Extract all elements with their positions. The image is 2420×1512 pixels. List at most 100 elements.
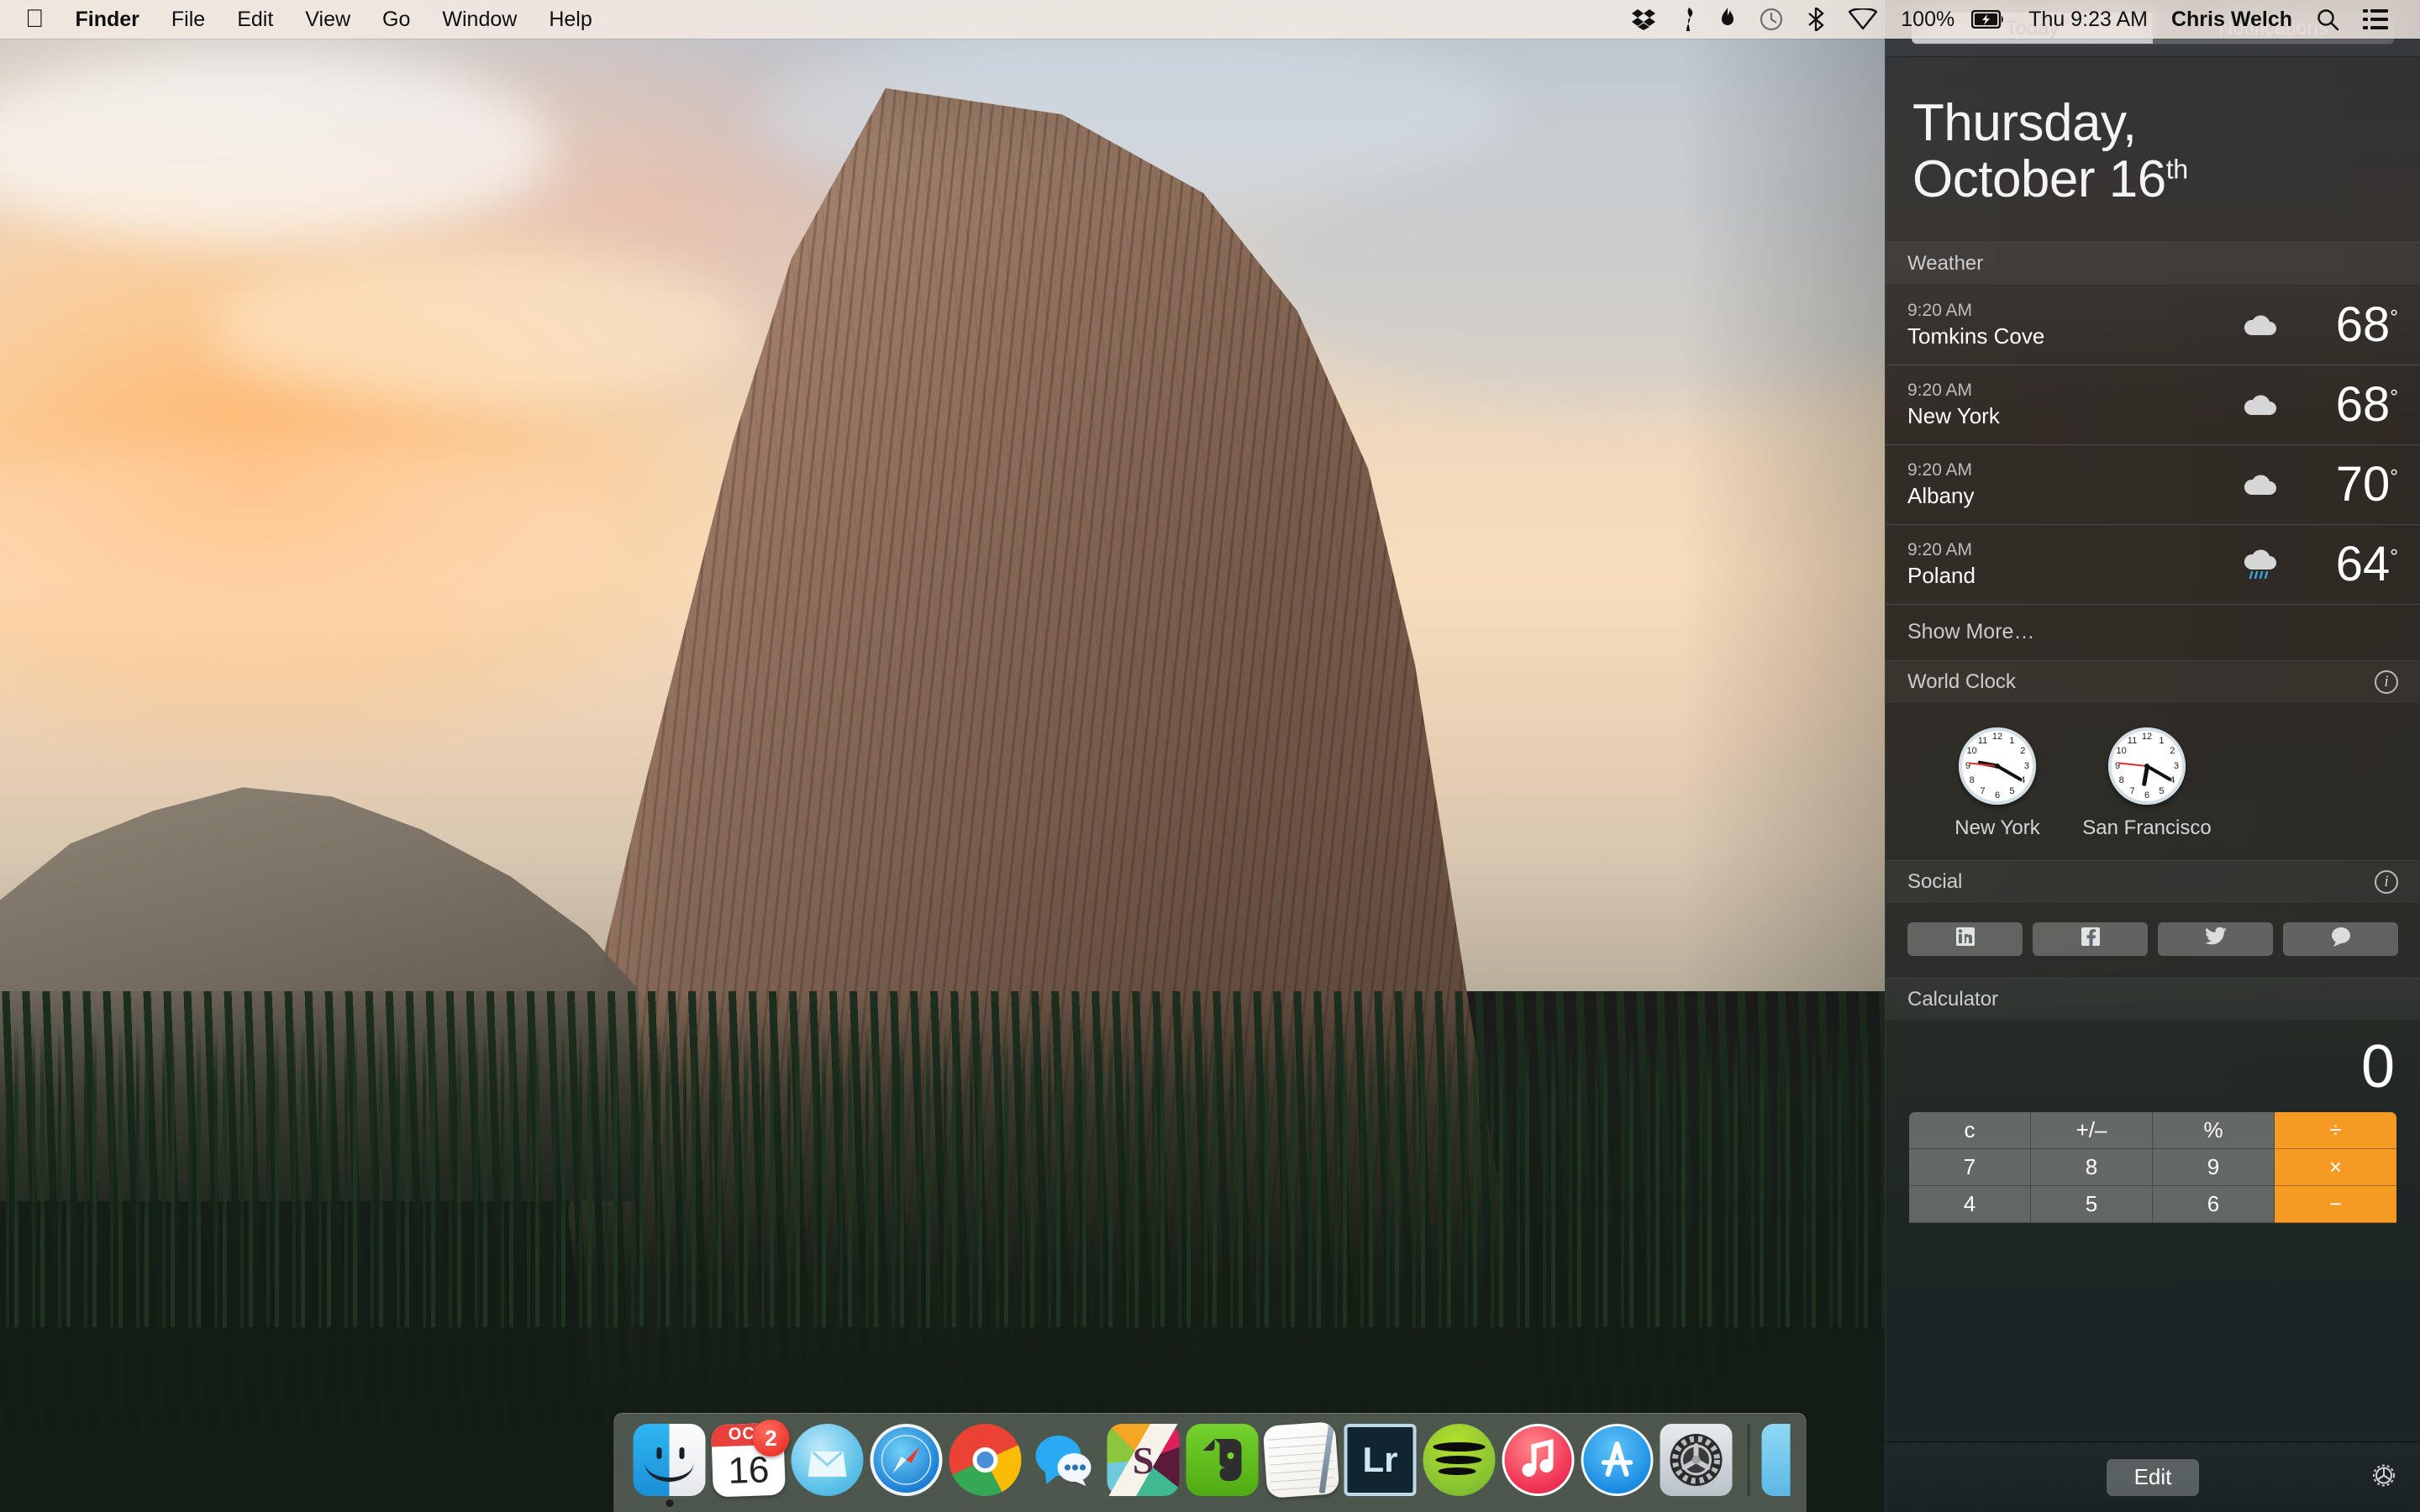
dock-item-safari[interactable] xyxy=(867,1424,946,1508)
dock-item-hidden-partial[interactable] xyxy=(1761,1424,1791,1496)
social-button-twitter[interactable] xyxy=(2158,921,2273,956)
running-indicator xyxy=(666,1499,673,1507)
notification-center-panel: Today Notifications Thursday, October 16… xyxy=(1885,0,2420,1512)
menu-bar-user-name[interactable]: Chris Welch xyxy=(2160,0,2304,39)
today-date-heading: Thursday, October 16th xyxy=(1886,57,2420,242)
world-clock-label: New York xyxy=(1954,816,2040,839)
dropbox-icon[interactable] xyxy=(1620,0,1667,39)
weather-city: Tomkins Cove xyxy=(1907,323,2045,349)
dock-item-system-preferences[interactable] xyxy=(1657,1424,1736,1508)
section-header-weather[interactable]: Weather xyxy=(1886,241,2420,286)
calc-key-subtract[interactable]: − xyxy=(2275,1185,2396,1223)
calc-key-5[interactable]: 5 xyxy=(2031,1185,2153,1223)
menu-item-help[interactable]: Help xyxy=(533,0,608,39)
calculator-keypad: c +/– % ÷ 7 8 9 × 4 5 6 − xyxy=(1909,1111,2396,1223)
edit-button[interactable]: Edit xyxy=(2107,1458,2199,1496)
info-icon[interactable]: i xyxy=(2375,669,2398,694)
weather-row[interactable]: 9:20 AM Poland 64° xyxy=(1886,525,2420,605)
search-icon[interactable] xyxy=(2304,0,2351,39)
cloud-icon xyxy=(2228,472,2292,497)
menu-item-finder[interactable]: Finder xyxy=(60,0,155,39)
dock-item-mailbox[interactable] xyxy=(788,1424,867,1508)
bluetooth-icon[interactable] xyxy=(1795,0,1837,39)
notification-center-footer: Edit xyxy=(1886,1441,2420,1512)
calculator-display: 0 xyxy=(2360,1032,2395,1100)
calc-key-multiply[interactable]: × xyxy=(2275,1148,2396,1186)
dock-item-lightroom[interactable]: Lr xyxy=(1341,1424,1420,1508)
weather-row[interactable]: 9:20 AM Albany 70° xyxy=(1886,445,2420,525)
menu-item-file[interactable]: File xyxy=(155,0,221,39)
section-header-calculator[interactable]: Calculator xyxy=(1886,977,2420,1021)
system-preferences-icon xyxy=(1660,1424,1733,1496)
social-button-facebook[interactable] xyxy=(2033,921,2148,956)
dock-item-evernote[interactable] xyxy=(1183,1424,1262,1508)
gear-icon[interactable] xyxy=(2370,1461,2398,1494)
calc-key-sign[interactable]: +/– xyxy=(2031,1111,2153,1149)
menu-item-view[interactable]: View xyxy=(289,0,366,39)
menu-item-edit[interactable]: Edit xyxy=(221,0,289,39)
notification-center-icon[interactable] xyxy=(2351,0,2400,39)
dock-item-slack[interactable]: S xyxy=(1104,1424,1183,1508)
lightroom-glyph: Lr xyxy=(1362,1440,1398,1479)
dock-item-chrome[interactable] xyxy=(946,1424,1025,1508)
calc-key-9[interactable]: 9 xyxy=(2153,1148,2275,1186)
flame-icon[interactable] xyxy=(1707,0,1748,39)
social-button-message[interactable] xyxy=(2283,921,2398,956)
twitter-icon xyxy=(2204,927,2227,950)
slack-glyph: S xyxy=(1132,1438,1155,1482)
notification-center-content[interactable]: Thursday, October 16th Weather 9:20 AM T… xyxy=(1886,57,2420,1441)
section-title-weather: Weather xyxy=(1907,251,1984,275)
dock-item-calendar[interactable]: OCT 16 2 xyxy=(709,1420,790,1508)
dock-item-itunes[interactable] xyxy=(1499,1424,1578,1508)
weather-city: Poland xyxy=(1907,562,1975,588)
world-clock-item[interactable]: 12 1 2 3 4 5 6 7 8 9 10 11 San Francisco xyxy=(2072,727,2222,840)
dock: OCT 16 2 S Lr xyxy=(613,1413,1807,1512)
section-header-world-clock[interactable]: World Clock i xyxy=(1886,659,2420,704)
dock-item-spotify[interactable] xyxy=(1420,1424,1499,1508)
calc-key-7[interactable]: 7 xyxy=(1909,1148,2031,1186)
menu-item-go[interactable]: Go xyxy=(366,0,426,39)
menu-item-window[interactable]: Window xyxy=(426,0,533,39)
menu-bar-clock[interactable]: Thu 9:23 AM xyxy=(2017,0,2160,39)
weather-temperature: 64° xyxy=(2335,536,2398,591)
date-month-day: October 16th xyxy=(1912,150,2188,208)
wifi-icon[interactable] xyxy=(1837,0,1889,39)
dock-item-appstore[interactable] xyxy=(1578,1424,1657,1508)
section-header-social[interactable]: Social i xyxy=(1886,859,2420,904)
world-clock-label: San Francisco xyxy=(2082,816,2212,839)
calc-key-8[interactable]: 8 xyxy=(2031,1148,2153,1186)
wrench-icon[interactable] xyxy=(1667,0,1707,39)
calc-key-6[interactable]: 6 xyxy=(2153,1185,2275,1223)
battery-charging-icon[interactable] xyxy=(1960,0,2017,39)
weather-row[interactable]: 9:20 AM Tomkins Cove 68° xyxy=(1886,286,2420,365)
calc-key-clear[interactable]: c xyxy=(1909,1111,2031,1149)
evernote-icon xyxy=(1186,1424,1259,1496)
lightroom-icon: Lr xyxy=(1344,1424,1417,1496)
section-title-calculator: Calculator xyxy=(1907,987,1999,1011)
clock-center-pin xyxy=(1995,763,2000,769)
date-weekday: Thursday, xyxy=(1912,94,2137,152)
weather-temperature: 68° xyxy=(2335,297,2398,352)
messages-icon xyxy=(1028,1424,1101,1496)
analog-clock-face: 12 1 2 3 4 5 6 7 8 9 10 11 xyxy=(2108,727,2186,805)
calc-key-4[interactable]: 4 xyxy=(1909,1185,2031,1223)
info-icon[interactable]: i xyxy=(2375,869,2398,894)
apple-logo-icon[interactable]:  xyxy=(20,0,60,39)
slack-icon: S xyxy=(1107,1424,1180,1496)
weather-row[interactable]: 9:20 AM New York 68° xyxy=(1886,365,2420,445)
date-ordinal: th xyxy=(2165,154,2188,185)
weather-city: Albany xyxy=(1907,482,1975,508)
weather-show-more-link[interactable]: Show More… xyxy=(1886,605,2420,660)
weather-time: 9:20 AM xyxy=(1907,380,1973,400)
weather-row-text: 9:20 AM Poland xyxy=(1907,540,1975,589)
analog-clock-face: 12 1 2 3 4 5 6 7 8 9 10 11 xyxy=(1959,727,2036,805)
time-machine-icon[interactable] xyxy=(1748,0,1795,39)
calc-key-divide[interactable]: ÷ xyxy=(2275,1111,2396,1149)
clock-minute-hand xyxy=(2146,764,2172,782)
social-button-linkedin[interactable] xyxy=(1907,921,2023,956)
dock-item-notes[interactable] xyxy=(1262,1421,1341,1508)
dock-item-messages[interactable] xyxy=(1025,1424,1104,1508)
world-clock-item[interactable]: 12 1 2 3 4 5 6 7 8 9 10 11 New York xyxy=(1923,727,2072,840)
dock-item-finder[interactable] xyxy=(630,1424,709,1508)
calc-key-percent[interactable]: % xyxy=(2153,1111,2275,1149)
